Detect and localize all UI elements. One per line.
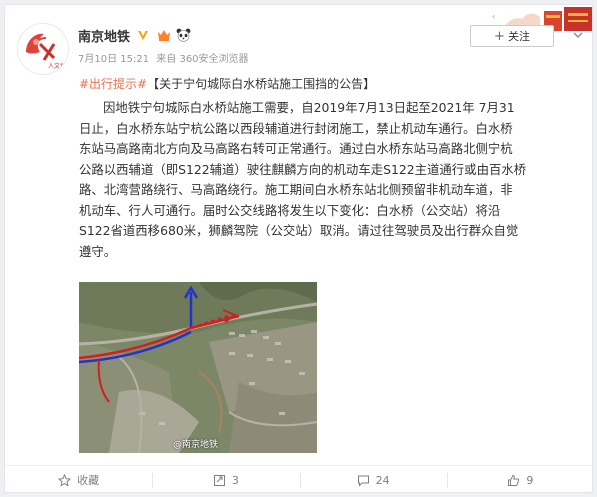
repost-button[interactable]: 3 (152, 466, 299, 492)
body-line: 路、北湾营路绕行、马高路绕行。施工期间白水桥东站北侧预留非机动车道，非 (79, 182, 513, 197)
favorite-button[interactable]: 收藏 (5, 466, 152, 492)
post-date[interactable]: 7月10日 15:21 (78, 54, 149, 65)
post-title: 【关于宁句城际白水桥站施工围挡的公告】 (147, 77, 376, 91)
star-icon (58, 473, 72, 486)
vip-icon[interactable] (156, 28, 171, 42)
body-line: 遵守。 (79, 243, 117, 259)
body-line: 公路以西辅道（即S122辅道）驶往麒麟方向的机动车走S122主道通行或由百水桥 (79, 161, 527, 177)
avatar[interactable]: 人文地铁 (17, 23, 69, 75)
author-row: 南京地铁 (78, 25, 191, 45)
like-button[interactable]: 9 (446, 466, 592, 492)
post-source: 来自 360安全浏览器 (156, 54, 249, 65)
topic-link[interactable]: #出行提示# (79, 77, 147, 91)
post-meta: 7月10日 15:21 来自 360安全浏览器 (78, 50, 253, 65)
repost-icon (213, 474, 225, 486)
like-count: 9 (526, 473, 534, 487)
image-watermark: @南京地铁 (173, 440, 219, 450)
post-image-map[interactable] (79, 282, 317, 453)
favorite-label: 收藏 (77, 474, 100, 487)
panda-icon[interactable] (176, 28, 191, 42)
body-line: 东站马高路南北方向及马高路右转可正常通行。通过白水桥东站马高路北侧宁杭 (79, 141, 513, 156)
chevron-down-icon[interactable] (571, 28, 585, 42)
avatar-logo: 人文地铁 (19, 25, 69, 74)
action-bar: 收藏 3 24 9 (5, 465, 592, 492)
thumb-up-icon (508, 474, 520, 486)
body-line: 机动车、行人可通行。届时公交线路将发生以下变化：白水桥（公交站）将沿 (79, 202, 501, 218)
plus-icon: + (494, 28, 505, 44)
comment-button[interactable]: 24 (299, 466, 447, 492)
follow-label: 关注 (507, 30, 530, 43)
weibo-post-card: ‹ 人文地铁 南京地铁 (4, 4, 593, 493)
avatar-caption: 人文地铁 (48, 62, 69, 70)
comment-icon (357, 475, 369, 487)
svg-text:‹: ‹ (492, 12, 495, 21)
post-body: 因地铁宁句城际白水桥站施工需要，自2019年7月13日起至2021年 7月31 … (79, 98, 589, 262)
user-name[interactable]: 南京地铁 (78, 26, 130, 45)
comment-count: 24 (375, 473, 390, 487)
body-line: 因地铁宁句城际白水桥站施工需要，自2019年7月13日起至2021年 7月31 (103, 100, 515, 115)
follow-button[interactable]: + 关注 (470, 25, 554, 47)
repost-count: 3 (231, 473, 239, 487)
satellite-map (79, 282, 317, 453)
body-line: 日止，白水桥东站宁杭公路以西段辅道进行封闭施工，禁止机动车通行。白水桥 (79, 120, 513, 136)
body-line: S122省道西移680米，狮麟驾院（公交站）取消。请过往驾驶员及出行群众自觉 (79, 223, 519, 238)
verified-v-icon (136, 28, 150, 42)
post-title-line: #出行提示#【关于宁句城际白水桥站施工围挡的公告】 (79, 75, 375, 92)
